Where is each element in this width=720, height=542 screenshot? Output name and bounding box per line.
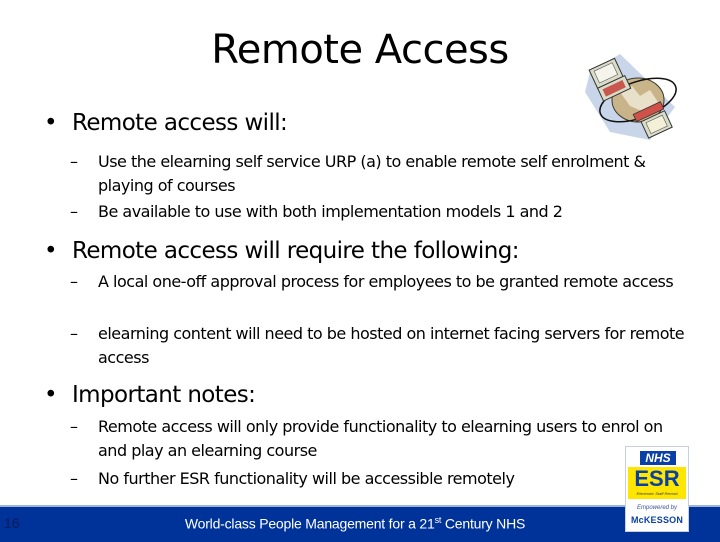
esr-subtitle: Electronic Staff Record [636, 491, 678, 496]
footer-tagline: World-class People Management for a 21st… [184, 515, 526, 532]
nhs-esr-logo: NHS ESR Electronic Staff Record Empowere… [625, 446, 689, 532]
dash-icon: – [70, 469, 78, 488]
bullet-icon: • [44, 238, 58, 264]
empowered-by-text: Empowered by [636, 505, 678, 511]
dash-icon: – [70, 324, 78, 343]
esr-logo-text: ESR [634, 466, 680, 491]
dash-icon: – [70, 152, 78, 171]
dash-icon: – [70, 202, 78, 221]
bullet-icon: • [44, 110, 58, 136]
mckesson-logo-text: McKESSON [630, 515, 684, 525]
dash-icon: – [70, 272, 78, 291]
footer-bar: 16 World-class People Management for a 2… [0, 505, 720, 542]
esr-badge: ESR Electronic Staff Record [628, 467, 686, 499]
dash-icon: – [70, 417, 78, 436]
nhs-logo-text: NHS [640, 451, 676, 465]
bullet-icon: • [44, 382, 58, 408]
networked-computers-globe-icon [580, 52, 690, 142]
